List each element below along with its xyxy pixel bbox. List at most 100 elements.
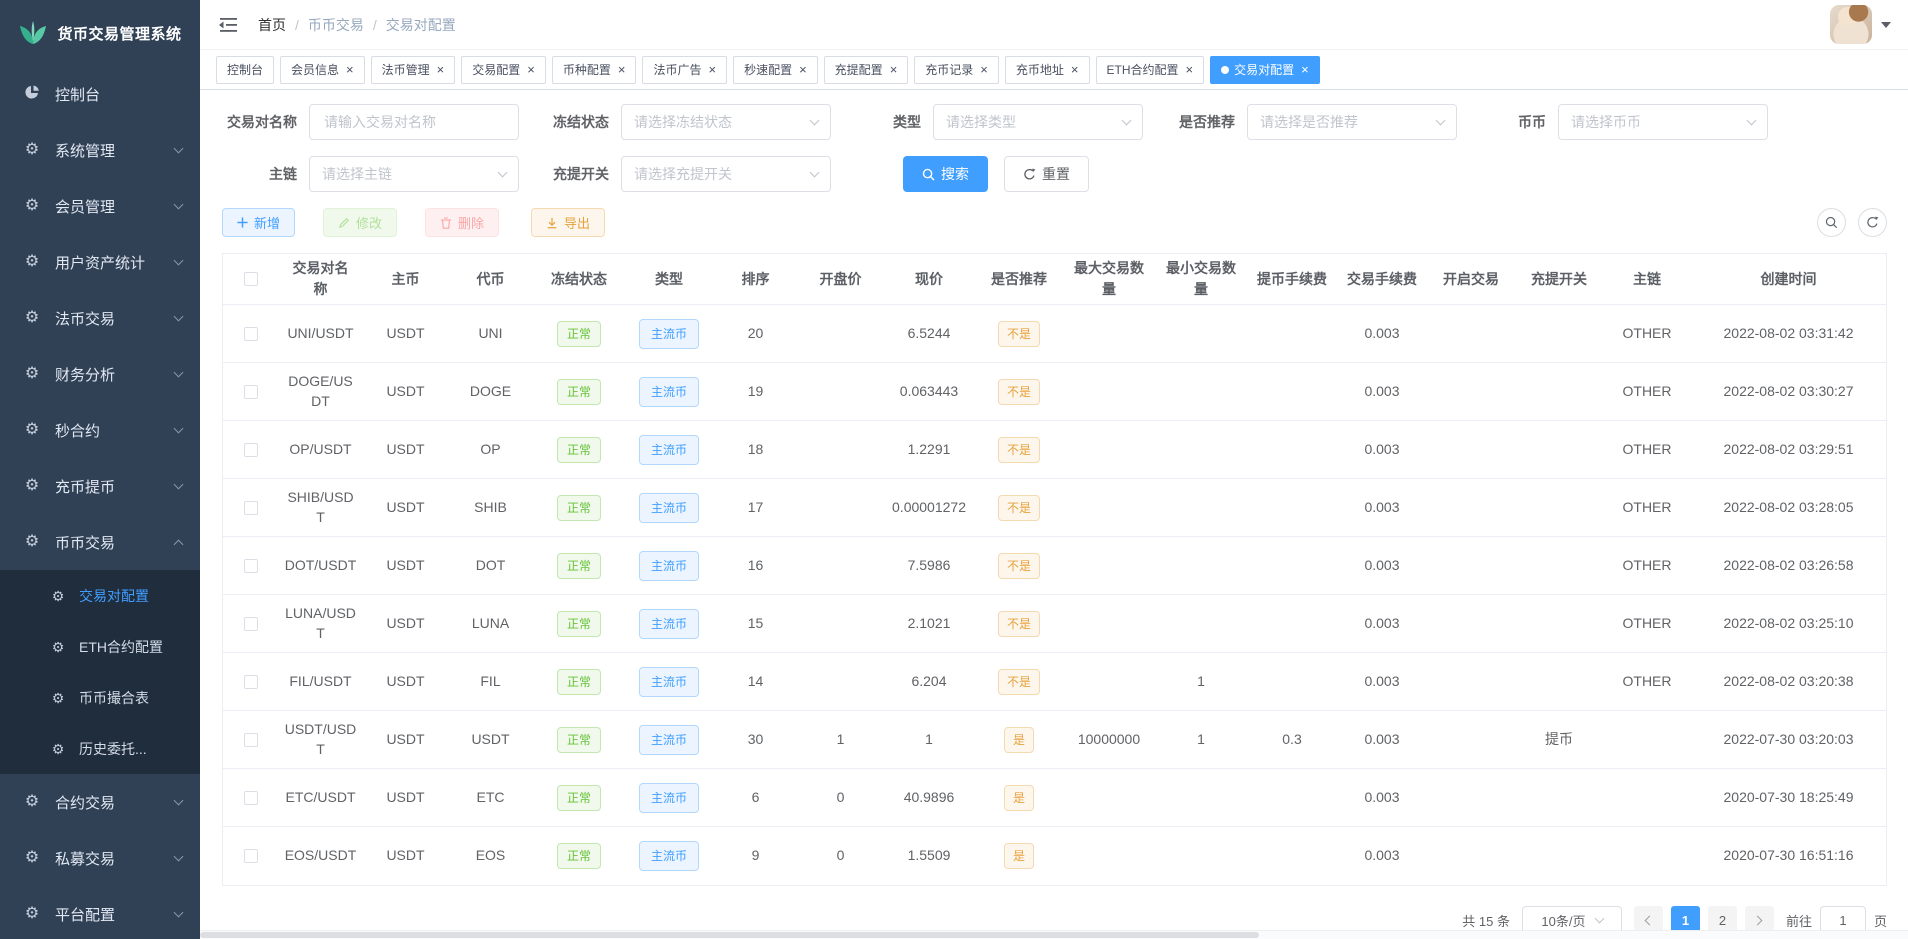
coin-select[interactable]: 请选择币币 — [1558, 104, 1768, 140]
sidebar-item-label: 币币撮合表 — [79, 688, 182, 708]
deposit-switch-select[interactable]: 请选择充提开关 — [621, 156, 831, 192]
status-badge: 正常 — [557, 785, 601, 811]
row-checkbox[interactable] — [244, 791, 258, 805]
type-badge[interactable]: 主流币 — [639, 377, 699, 407]
sidebar-item[interactable]: ⚙ 系统管理 — [0, 122, 200, 178]
tab-close-icon[interactable]: × — [799, 63, 807, 76]
type-badge[interactable]: 主流币 — [639, 609, 699, 639]
export-button[interactable]: 导出 — [531, 208, 605, 237]
view-tab[interactable]: 交易对配置 × — [1210, 56, 1320, 84]
row-checkbox[interactable] — [244, 327, 258, 341]
table-body: UNI/USDT USDT UNI 正常 主流币 20 6.5244 不是 — [223, 305, 1886, 885]
type-badge[interactable]: 主流币 — [639, 551, 699, 581]
pair-name-input[interactable] — [309, 104, 519, 140]
view-tab[interactable]: 秒速配置 × — [733, 56, 818, 84]
edit-button[interactable]: 修改 — [323, 208, 397, 237]
tab-close-icon[interactable]: × — [1071, 63, 1079, 76]
filter-label: 类型 — [893, 112, 921, 132]
sidebar-item[interactable]: ⚙ 币币撮合表 — [0, 672, 200, 723]
sidebar-item-label: 法币交易 — [55, 308, 175, 329]
cell-freeze-status: 正常 — [533, 305, 625, 363]
sidebar-item[interactable]: ⚙ 秒合约 — [0, 402, 200, 458]
sidebar-item[interactable]: ⚙ 用户资产统计 — [0, 234, 200, 290]
type-badge[interactable]: 主流币 — [639, 667, 699, 697]
row-checkbox[interactable] — [244, 733, 258, 747]
horizontal-scrollbar-thumb[interactable] — [200, 932, 1259, 938]
recommend-select[interactable]: 请选择是否推荐 — [1247, 104, 1457, 140]
cell-withdraw-fee — [1247, 363, 1337, 421]
sidebar-item[interactable]: ⚙ 交易对配置 — [0, 570, 200, 621]
cell-withdraw-fee — [1247, 595, 1337, 653]
select-all-checkbox[interactable] — [244, 272, 258, 286]
reset-button[interactable]: 重置 — [1004, 156, 1089, 192]
row-checkbox[interactable] — [244, 559, 258, 573]
view-tab[interactable]: 充提配置 × — [824, 56, 909, 84]
sidebar-item[interactable]: ⚙ 会员管理 — [0, 178, 200, 234]
cell-chain: OTHER — [1603, 305, 1691, 363]
table-refresh-button[interactable] — [1858, 208, 1887, 237]
view-tab[interactable]: 币种配置 × — [552, 56, 637, 84]
view-tab[interactable]: ETH合约配置 × — [1096, 56, 1205, 84]
search-button-label: 搜索 — [941, 164, 969, 184]
gear-icon: ⚙ — [48, 640, 68, 654]
sidebar-item[interactable]: ⚙ 合约交易 — [0, 774, 200, 830]
view-tab[interactable]: 法币广告 × — [642, 56, 727, 84]
cell-current-price: 7.5986 — [883, 537, 975, 595]
cell-base-coin: USDT — [363, 595, 448, 653]
tab-close-icon[interactable]: × — [708, 63, 716, 76]
row-checkbox[interactable] — [244, 617, 258, 631]
row-checkbox[interactable] — [244, 849, 258, 863]
view-tab[interactable]: 会员信息 × — [280, 56, 365, 84]
breadcrumb-section[interactable]: 币币交易 — [308, 15, 364, 35]
view-tab[interactable]: 控制台 — [216, 56, 274, 84]
table-search-toggle-button[interactable] — [1817, 208, 1846, 237]
row-checkbox[interactable] — [244, 501, 258, 515]
tab-close-icon[interactable]: × — [980, 63, 988, 76]
sidebar-item[interactable]: 控制台 — [0, 66, 200, 122]
tab-close-icon[interactable]: × — [437, 63, 445, 76]
sidebar-collapse-icon[interactable] — [218, 17, 238, 33]
view-tab[interactable]: 充币记录 × — [914, 56, 999, 84]
tab-close-icon[interactable]: × — [346, 63, 354, 76]
sidebar-item[interactable]: ⚙ 充币提币 — [0, 458, 200, 514]
type-badge[interactable]: 主流币 — [639, 493, 699, 523]
chain-select[interactable]: 请选择主链 — [309, 156, 519, 192]
row-checkbox[interactable] — [244, 675, 258, 689]
tab-close-icon[interactable]: × — [618, 63, 626, 76]
gear-icon: ⚙ — [48, 742, 68, 756]
chevron-right-icon — [1753, 915, 1763, 925]
type-badge[interactable]: 主流币 — [639, 783, 699, 813]
tab-close-icon[interactable]: × — [1186, 63, 1194, 76]
freeze-status-select[interactable]: 请选择冻结状态 — [621, 104, 831, 140]
tab-close-icon[interactable]: × — [890, 63, 898, 76]
sidebar-item[interactable]: ⚙ 私募交易 — [0, 830, 200, 886]
delete-button[interactable]: 删除 — [425, 208, 499, 237]
avatar[interactable] — [1830, 5, 1872, 44]
tab-close-icon[interactable]: × — [527, 63, 535, 76]
add-button[interactable]: 新增 — [222, 208, 295, 237]
view-tab[interactable]: 法币管理 × — [371, 56, 456, 84]
caret-down-icon[interactable] — [1881, 22, 1891, 28]
sidebar-item[interactable]: ⚙ 币币交易 — [0, 514, 200, 570]
sidebar-item[interactable]: ⚙ 历史委托... — [0, 723, 200, 774]
sidebar-item[interactable]: ⚙ 财务分析 — [0, 346, 200, 402]
type-badge[interactable]: 主流币 — [639, 435, 699, 465]
view-tab[interactable]: 充币地址 × — [1005, 56, 1090, 84]
view-tab[interactable]: 交易配置 × — [461, 56, 546, 84]
tab-close-icon[interactable]: × — [1301, 63, 1309, 76]
select-placeholder: 请选择类型 — [946, 112, 1016, 132]
type-badge[interactable]: 主流币 — [639, 725, 699, 755]
sidebar-item[interactable]: ⚙ ETH合约配置 — [0, 621, 200, 672]
column-header: 主链 — [1603, 254, 1691, 305]
search-button[interactable]: 搜索 — [903, 156, 988, 192]
row-checkbox[interactable] — [244, 443, 258, 457]
column-header-label: 类型 — [655, 271, 683, 287]
row-checkbox[interactable] — [244, 385, 258, 399]
type-badge[interactable]: 主流币 — [639, 841, 699, 871]
select-placeholder: 请选择币币 — [1571, 112, 1641, 132]
sidebar-item[interactable]: ⚙ 平台配置 — [0, 886, 200, 939]
type-select[interactable]: 请选择类型 — [933, 104, 1143, 140]
sidebar-item[interactable]: ⚙ 法币交易 — [0, 290, 200, 346]
type-badge[interactable]: 主流币 — [639, 319, 699, 349]
breadcrumb-home[interactable]: 首页 — [258, 15, 286, 35]
